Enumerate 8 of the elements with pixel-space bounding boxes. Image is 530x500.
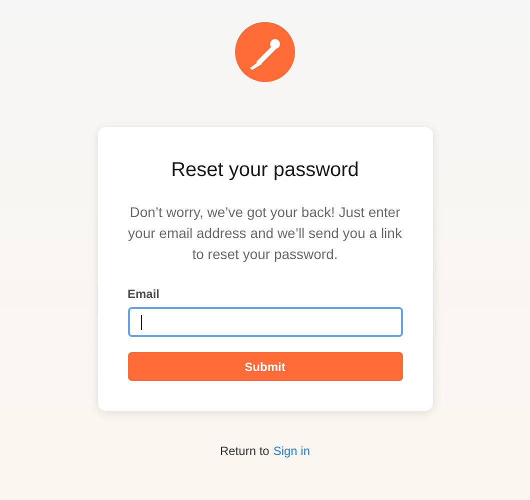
sign-in-link[interactable]: Sign in (273, 442, 310, 460)
description-text: Don’t worry, we’ve got your back! Just enter your email address and we’ll send you a link to reset your password. (128, 203, 402, 264)
text-cursor (140, 314, 142, 330)
email-label: Email (128, 286, 161, 303)
card-title: Reset your password (170, 158, 360, 183)
return-text: Return to (220, 443, 270, 460)
submit-button[interactable]: Submit (128, 352, 402, 381)
email-field[interactable] (128, 307, 402, 337)
